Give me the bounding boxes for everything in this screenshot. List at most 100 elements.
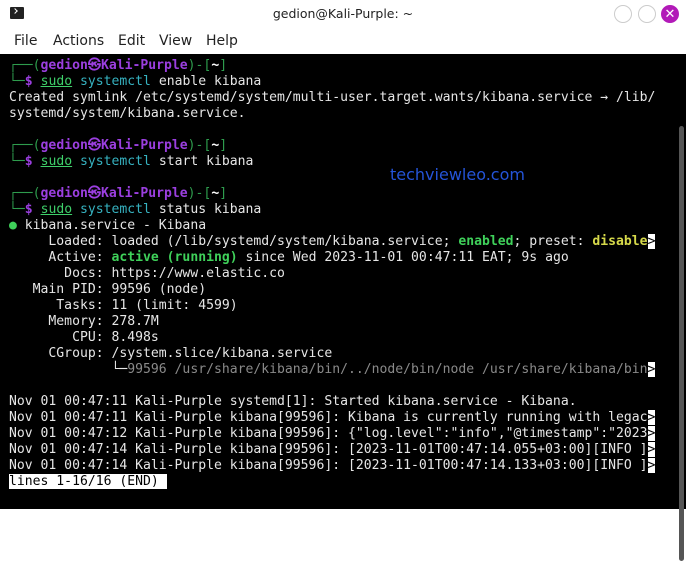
- watermark: techviewleo.com: [390, 165, 525, 184]
- terminal-line: ┌──(gedion㉿Kali-Purple)-[~]: [9, 138, 655, 154]
- terminal-text: disable: [592, 234, 648, 249]
- terminal-text: enable kibana: [150, 74, 262, 89]
- terminal-text: sudo: [40, 74, 73, 89]
- terminal-text: Tasks: 11 (limit: 4599): [9, 298, 238, 313]
- terminal-text: ]: [219, 186, 228, 201]
- terminal-screen: ┌──(gedion㉿Kali-Purple)-[~] └─$ sudo syst…: [9, 58, 656, 490]
- terminal-text: ; preset:: [513, 234, 593, 249]
- terminal-text: $: [24, 202, 41, 217]
- terminal-text: enabled: [458, 234, 514, 249]
- terminal-text: status kibana: [150, 202, 262, 217]
- terminal-text: sudo: [40, 202, 73, 217]
- terminal-text: $: [24, 154, 41, 169]
- terminal-output[interactable]: ┌──(gedion㉿Kali-Purple)-[~] └─$ sudo syst…: [0, 54, 686, 561]
- terminal-text: Nov 01 00:47:12 Kali-Purple kibana[99596…: [9, 426, 648, 441]
- terminal-text: gedion㉿Kali-Purple: [40, 58, 188, 73]
- terminal-line: Active: active (running) since Wed 2023-…: [9, 250, 655, 266]
- terminal-text: >: [647, 458, 656, 473]
- terminal-line: Nov 01 00:47:14 Kali-Purple kibana[99596…: [9, 442, 656, 458]
- terminal-line: Tasks: 11 (limit: 4599): [9, 298, 655, 314]
- terminal-text: >: [647, 426, 656, 441]
- terminal-line: Docs: https://www.elastic.co: [9, 266, 655, 282]
- terminal-text: systemd/system/kibana.service.: [9, 106, 246, 121]
- terminal-line: └─$ sudo systemctl status kibana: [9, 202, 655, 218]
- terminal-text: Active:: [9, 250, 112, 265]
- terminal-text: )-[: [187, 58, 212, 73]
- terminal-text: └─: [9, 362, 128, 377]
- terminal-line: CPU: 8.498s: [9, 330, 655, 346]
- terminal-line: Loaded: loaded (/lib/systemd/system/kiba…: [9, 234, 656, 250]
- terminal-text: Nov 01 00:47:14 Kali-Purple kibana[99596…: [9, 458, 648, 473]
- terminal-text: ●: [9, 218, 17, 233]
- terminal-line: ┌──(gedion㉿Kali-Purple)-[~]: [9, 58, 655, 74]
- terminal-text: 99596 /usr/share/kibana/bin/../node/bin/…: [127, 362, 648, 377]
- terminal-text: CPU: 8.498s: [9, 330, 159, 345]
- terminal-line: systemd/system/kibana.service.: [9, 106, 655, 122]
- terminal-line: ┌──(gedion㉿Kali-Purple)-[~]: [9, 186, 655, 202]
- menu-actions[interactable]: Actions: [53, 33, 104, 49]
- scrollbar[interactable]: [679, 126, 684, 561]
- terminal-text: kibana.service - Kibana: [16, 218, 207, 233]
- terminal-text: systemctl: [72, 154, 151, 169]
- terminal-line: Memory: 278.7M: [9, 314, 655, 330]
- terminal-text: sudo: [40, 154, 73, 169]
- terminal-text: ]: [219, 138, 228, 153]
- terminal-line: └─99596 /usr/share/kibana/bin/../node/bi…: [9, 362, 656, 378]
- terminal-text: start kibana: [150, 154, 254, 169]
- terminal-text: ]: [219, 58, 228, 73]
- terminal-text: gedion㉿Kali-Purple: [40, 138, 188, 153]
- terminal-text: ┌──(: [9, 138, 41, 153]
- terminal-text: $: [24, 74, 41, 89]
- menu-help[interactable]: Help: [206, 33, 238, 49]
- terminal-text: Created symlink /etc/systemd/system/mult…: [9, 90, 656, 105]
- window-title: gedion@Kali-Purple: ~: [272, 6, 414, 21]
- terminal-text: └─: [9, 154, 25, 169]
- terminal-line: Nov 01 00:47:12 Kali-Purple kibana[99596…: [9, 426, 656, 442]
- terminal-text: Nov 01 00:47:14 Kali-Purple kibana[99596…: [9, 442, 648, 457]
- terminal-text: >: [647, 362, 656, 377]
- terminal-text: └─: [9, 74, 25, 89]
- terminal-text: >: [647, 234, 656, 249]
- minimize-button[interactable]: [614, 5, 632, 23]
- terminal-text: Main PID: 99596 (node): [9, 282, 207, 297]
- title-bar: gedion@Kali-Purple: ~ ✕: [0, 0, 686, 29]
- menu-bar: File Actions Edit View Help: [0, 28, 686, 54]
- terminal-text: )-[: [187, 186, 212, 201]
- terminal-text: Nov 01 00:47:11 Kali-Purple kibana[99596…: [9, 410, 648, 425]
- menu-edit[interactable]: Edit: [118, 33, 145, 49]
- menu-file[interactable]: File: [14, 33, 37, 49]
- close-button[interactable]: ✕: [661, 5, 679, 23]
- menu-view[interactable]: View: [159, 33, 192, 49]
- terminal-text: Loaded: loaded (/lib/systemd/system/kiba…: [9, 234, 459, 249]
- terminal-text: └─: [9, 202, 25, 217]
- terminal-text: gedion㉿Kali-Purple: [40, 186, 188, 201]
- terminal-text: lines 1-16/16 (END): [9, 474, 167, 489]
- terminal-line: Created symlink /etc/systemd/system/mult…: [9, 90, 655, 106]
- terminal-text: >: [647, 410, 656, 425]
- terminal-text: since Wed 2023-11-01 00:47:11 EAT; 9s ag…: [237, 250, 569, 265]
- terminal-text: Memory: 278.7M: [9, 314, 159, 329]
- terminal-line: Nov 01 00:47:11 Kali-Purple systemd[1]: …: [9, 394, 655, 410]
- terminal-text: Docs: https://www.elastic.co: [9, 266, 285, 281]
- terminal-text: systemctl: [72, 202, 151, 217]
- terminal-line: Nov 01 00:47:14 Kali-Purple kibana[99596…: [9, 458, 656, 474]
- terminal-text: systemctl: [72, 74, 151, 89]
- terminal-line: └─$ sudo systemctl enable kibana: [9, 74, 655, 90]
- terminal-text: )-[: [187, 138, 212, 153]
- terminal-line: └─$ sudo systemctl start kibana: [9, 154, 655, 170]
- terminal-text: Nov 01 00:47:11 Kali-Purple systemd[1]: …: [9, 394, 577, 409]
- terminal-line: Main PID: 99596 (node): [9, 282, 655, 298]
- terminal-line: lines 1-16/16 (END): [9, 474, 655, 490]
- terminal-line: CGroup: /system.slice/kibana.service: [9, 346, 655, 362]
- terminal-text: ┌──(: [9, 186, 41, 201]
- terminal-line: ● kibana.service - Kibana: [9, 218, 655, 234]
- maximize-button[interactable]: [638, 5, 656, 23]
- terminal-text: ┌──(: [9, 58, 41, 73]
- terminal-text: active (running): [111, 250, 238, 265]
- terminal-text: CGroup: /system.slice/kibana.service: [9, 346, 333, 361]
- terminal-text: >: [647, 442, 656, 457]
- terminal-line: Nov 01 00:47:11 Kali-Purple kibana[99596…: [9, 410, 656, 426]
